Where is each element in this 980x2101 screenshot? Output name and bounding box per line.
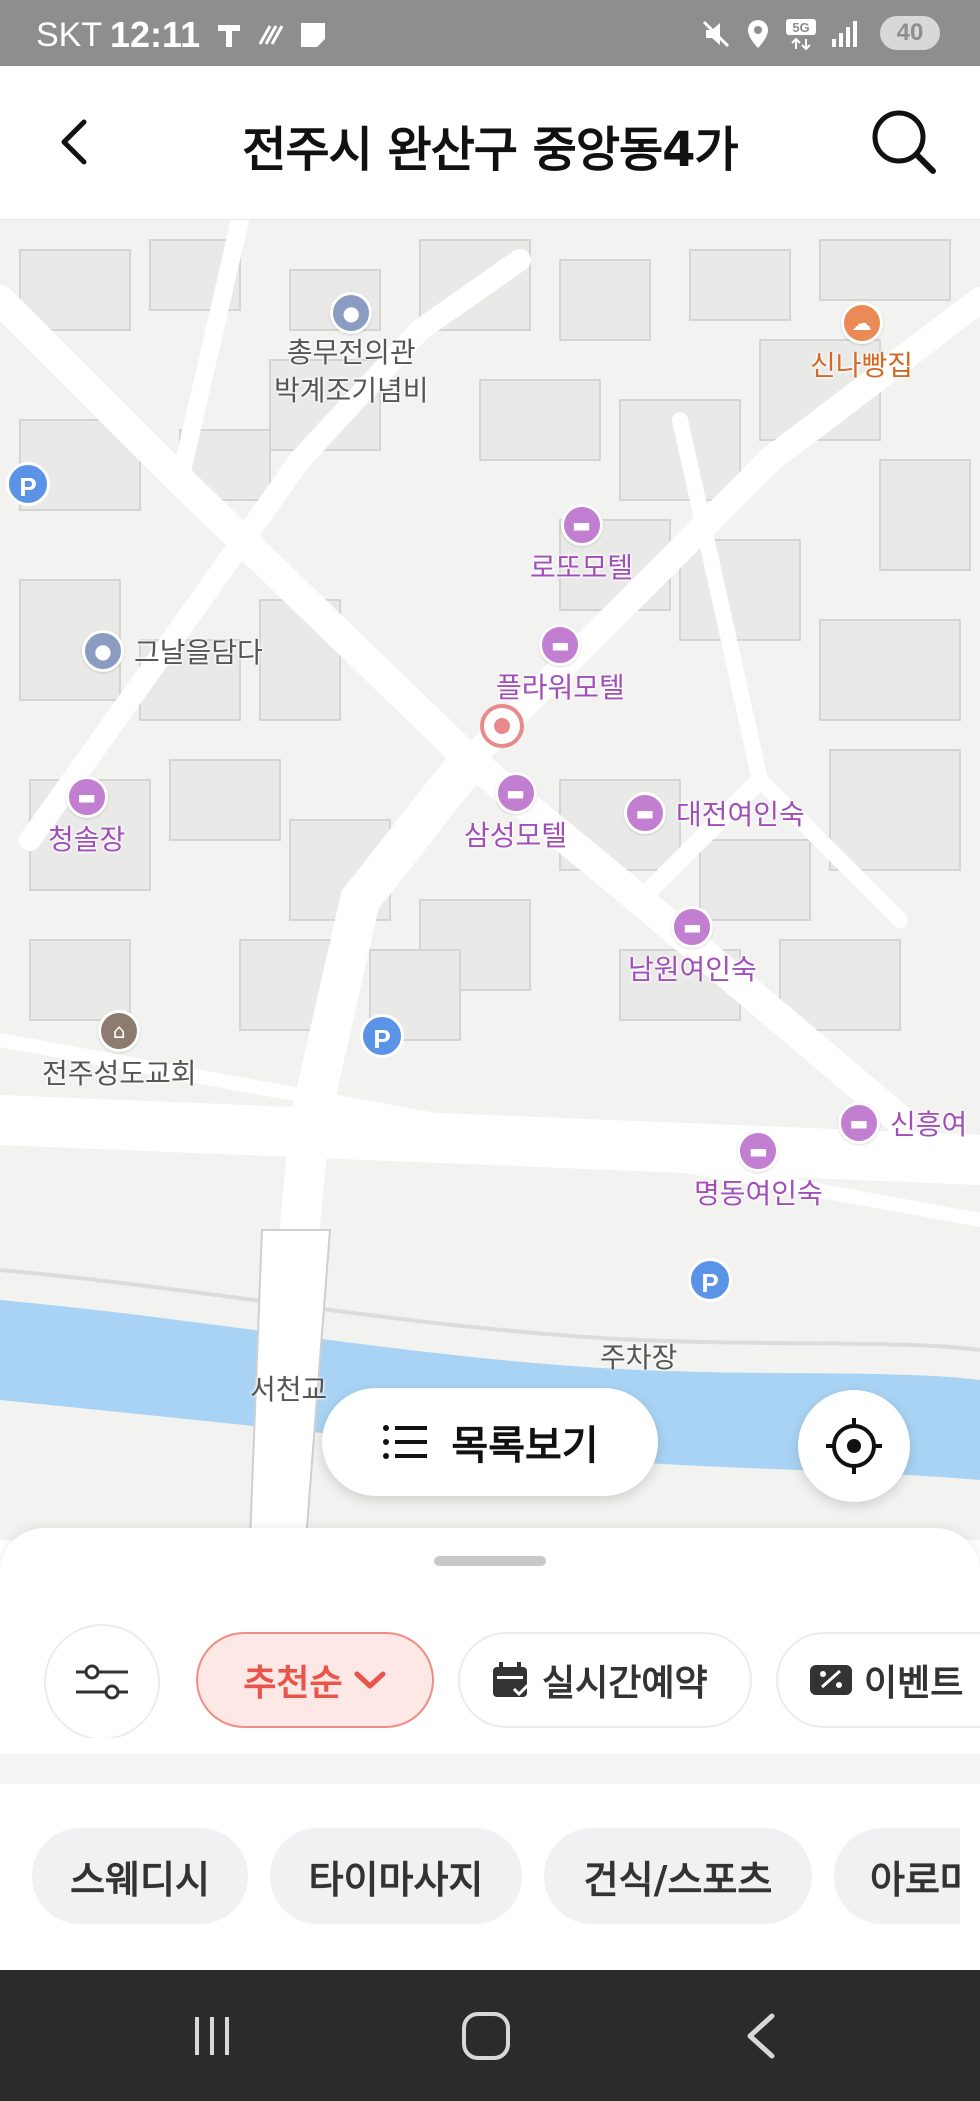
sliders-icon — [76, 1664, 128, 1700]
poi-label: 대전여인숙 — [676, 798, 805, 831]
sort-dropdown[interactable]: 추천순 — [196, 1632, 434, 1728]
landmark-pin-icon: ● — [82, 630, 124, 672]
poi-motel[interactable]: ▬ 대전여인숙 — [624, 792, 805, 834]
home-icon — [462, 2012, 510, 2060]
bottom-sheet: 추천순 실시간예약 이벤트 스웨디시 타이마사지 건식/스포츠 아로마 — [0, 1528, 980, 1970]
poi-motel[interactable]: ▬ 명동여인숙 — [694, 1130, 823, 1212]
poi-motel[interactable]: ▬ 삼성모텔 — [464, 772, 567, 854]
calendar-check-icon — [493, 1662, 531, 1697]
poi-motel[interactable]: ▬ 남원여인숙 — [628, 906, 757, 988]
event-chip[interactable]: 이벤트 — [776, 1632, 980, 1728]
filter-button[interactable] — [44, 1624, 160, 1738]
poi-label: 로또모텔 — [530, 551, 634, 584]
location-icon — [748, 20, 768, 48]
bed-icon: ▬ — [737, 1130, 780, 1172]
poi-label: 신나빵집 — [810, 349, 914, 382]
status-bar: SKT 12:11 5G 40 — [0, 0, 980, 66]
filter-row: 추천순 실시간예약 이벤트 — [0, 1620, 980, 1738]
map-base-layer — [0, 220, 980, 1540]
bed-icon: ▬ — [624, 792, 666, 834]
poi-church[interactable]: ⌂ 전주성도교회 — [42, 1010, 197, 1092]
search-icon — [872, 110, 936, 174]
list-view-button[interactable]: 목록보기 — [322, 1388, 658, 1496]
app-header: 전주시 완산구 중앙동4가 — [0, 66, 980, 220]
poi-landmark[interactable]: ● 총무전의관 박계조기념비 — [274, 292, 429, 410]
poi-landmark[interactable]: ● 그날을담다 — [82, 630, 263, 672]
search-button[interactable] — [864, 102, 944, 182]
parking-lot-label: 주차장 — [600, 1341, 678, 1374]
battery-indicator: 40 — [880, 16, 940, 50]
memo-icon — [301, 23, 325, 47]
bed-icon: ▬ — [539, 624, 582, 666]
coupon-icon — [810, 1665, 852, 1695]
category-row: 스웨디시 타이마사지 건식/스포츠 아로마 — [0, 1820, 960, 1930]
chevron-left-icon — [61, 119, 87, 165]
recent-apps-button[interactable] — [180, 2004, 244, 2068]
poi-motel[interactable]: ▬ 로또모텔 — [530, 504, 633, 586]
parking-marker[interactable]: P — [688, 1258, 732, 1302]
locate-me-button[interactable] — [798, 1390, 910, 1502]
landmark-pin-icon: ● — [330, 292, 373, 334]
poi-label: 신흥여 — [890, 1108, 968, 1141]
svg-text:5G: 5G — [792, 20, 809, 35]
poi-label: 청솔장 — [48, 823, 126, 856]
poi-label: 남원여인숙 — [628, 953, 757, 986]
bed-icon: ▬ — [671, 906, 714, 948]
bed-icon: ▬ — [65, 776, 108, 818]
category-chip[interactable]: 아로마 — [834, 1828, 960, 1924]
bed-icon: ▬ — [494, 772, 537, 814]
bed-icon: ▬ — [838, 1102, 880, 1144]
bridge-label: 서천교 — [250, 1373, 328, 1406]
home-button[interactable] — [454, 2004, 518, 2068]
section-divider — [0, 1754, 980, 1784]
current-location-marker — [480, 704, 524, 748]
chevron-down-icon — [354, 1671, 386, 1689]
carrier-label: SKT — [36, 16, 103, 54]
poi-label: 전주성도교회 — [42, 1057, 197, 1090]
crosshair-icon — [826, 1418, 882, 1474]
back-button[interactable] — [46, 110, 110, 174]
poi-bakery[interactable]: ☁ 신나빵집 — [810, 302, 913, 384]
page-title: 전주시 완산구 중앙동4가 — [242, 122, 738, 178]
poi-label: 명동여인숙 — [694, 1177, 823, 1210]
poi-motel[interactable]: ▬ 청솔장 — [48, 776, 125, 858]
poi-motel[interactable]: ▬ 플라워모텔 — [496, 624, 625, 706]
poi-motel[interactable]: ▬ 신흥여 — [838, 1102, 967, 1144]
poi-label: 삼성모텔 — [464, 819, 568, 852]
realtime-booking-label: 실시간예약 — [542, 1663, 708, 1704]
signal-hatch-icon — [258, 25, 284, 45]
poi-label: 총무전의관 박계조기념비 — [274, 336, 429, 407]
poi-label: 그날을담다 — [134, 636, 263, 669]
parking-marker[interactable]: P — [360, 1014, 404, 1058]
recent-apps-icon — [195, 2017, 229, 2055]
signal-bars-icon — [832, 21, 857, 47]
5g-data-icon: 5G — [786, 19, 816, 51]
list-icon — [383, 1425, 428, 1459]
church-icon: ⌂ — [98, 1010, 141, 1052]
bakery-pin-icon: ☁ — [840, 302, 883, 344]
poi-label: 플라워모텔 — [496, 671, 625, 704]
back-arrow-icon — [747, 2013, 775, 2059]
category-chip[interactable]: 건식/스포츠 — [544, 1828, 812, 1924]
back-nav-button[interactable] — [730, 2004, 794, 2068]
system-nav-bar — [0, 1970, 980, 2101]
category-chip[interactable]: 타이마사지 — [270, 1828, 522, 1924]
clock: 12:11 — [110, 14, 201, 55]
sheet-drag-handle[interactable] — [434, 1556, 546, 1566]
t-app-icon — [218, 25, 240, 47]
parking-marker[interactable]: P — [6, 462, 50, 506]
sort-label: 추천순 — [243, 1663, 343, 1704]
mute-icon — [702, 20, 730, 48]
category-chip[interactable]: 스웨디시 — [32, 1828, 248, 1924]
map-view[interactable]: ● 총무전의관 박계조기념비 ☁ 신나빵집 ▬ 로또모텔 ● 그날을담다 ▬ 플… — [0, 220, 980, 1540]
list-view-label: 목록보기 — [451, 1423, 599, 1469]
event-label: 이벤트 — [864, 1663, 964, 1704]
bed-icon: ▬ — [560, 504, 603, 546]
realtime-booking-chip[interactable]: 실시간예약 — [458, 1632, 752, 1728]
